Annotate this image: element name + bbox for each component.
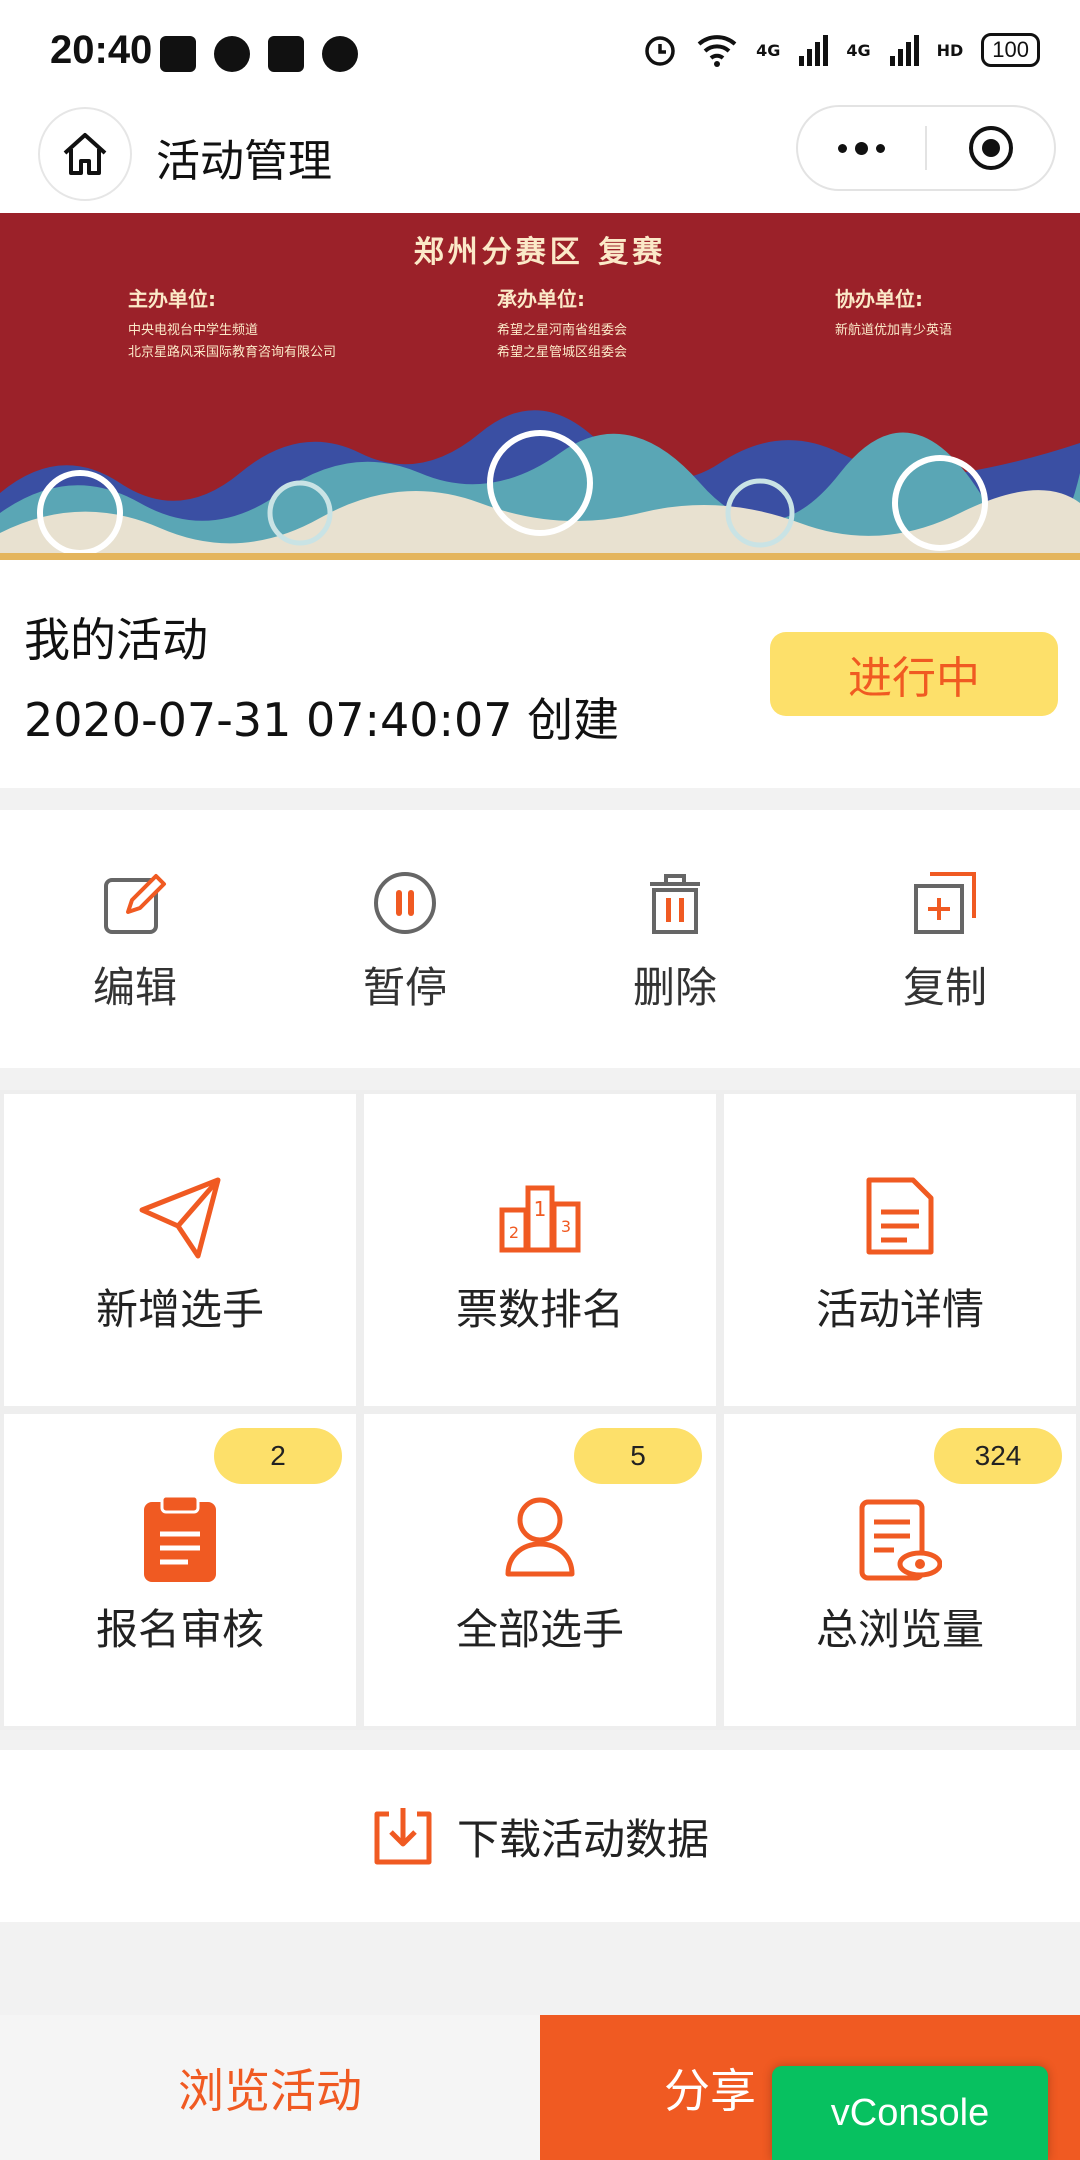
host-unit: 主办单位: 中央电视台中学生频道 北京星路风采国际教育咨询有限公司 [128, 283, 336, 364]
status-notification-icons [160, 36, 358, 72]
activity-detail-tile[interactable]: 活动详情 [724, 1094, 1076, 1406]
organizer-line: 希望之星河南省组委会 [497, 323, 628, 338]
user-icon [505, 1497, 575, 1577]
download-label: 下载活动数据 [456, 1814, 709, 1864]
host-line: 北京星路风采国际教育咨询有限公司 [128, 345, 337, 360]
bilibili-icon [268, 36, 304, 72]
status-time: 20:40 [50, 28, 153, 72]
all-players-label: 全部选手 [455, 1605, 624, 1654]
host-label: 主办单位: [128, 287, 216, 311]
activity-info: 我的活动 2020-07-31 07:40:07 创建 进行中 [0, 560, 1080, 788]
activity-name: 我的活动 [24, 613, 208, 667]
action-row: 编辑 暂停 删除 复制 [0, 810, 1080, 1068]
svg-text:1: 1 [534, 1197, 547, 1221]
activity-banner[interactable]: 郑州分赛区 复赛 主办单位: 中央电视台中学生频道 北京星路风采国际教育咨询有限… [0, 213, 1080, 560]
edit-icon [104, 874, 166, 934]
co-label: 协办单位: [835, 287, 923, 311]
delete-button[interactable]: 删除 [540, 810, 810, 1068]
wave-illustration [0, 410, 1080, 560]
app-notify-icon [214, 36, 250, 72]
views-count-badge: 324 [934, 1428, 1062, 1484]
network-type-1: 4G [756, 40, 781, 60]
add-player-tile[interactable]: 新增选手 [4, 1094, 356, 1406]
feature-grid: 新增选手 123 票数排名 活动详情 2 报名审核 5 全部选手 324 总浏览… [0, 1090, 1080, 1730]
signal-icon-2 [889, 35, 919, 66]
podium-icon: 12 3 [499, 1185, 581, 1253]
vconsole-button[interactable]: vConsole [772, 2066, 1048, 2160]
svg-text:3: 3 [561, 1217, 571, 1236]
status-bar: 20:40 4G 4G HD 100 [0, 0, 1080, 105]
page-title: 活动管理 [156, 136, 332, 187]
host-line: 中央电视台中学生频道 [128, 323, 259, 338]
close-miniprogram-button[interactable] [927, 107, 1054, 189]
co-line: 新航道优加青少英语 [835, 323, 953, 338]
download-icon [374, 1808, 432, 1865]
clipboard-icon [144, 1496, 216, 1582]
target-icon [968, 126, 1013, 170]
delete-icon [650, 874, 700, 934]
message-icon [322, 36, 358, 72]
signal-icon-1 [799, 35, 829, 66]
pending-count-badge: 2 [214, 1428, 342, 1484]
pause-label: 暂停 [362, 963, 447, 1012]
browse-activity-button[interactable]: 浏览活动 [0, 2015, 540, 2160]
total-views-tile[interactable]: 324 总浏览量 [724, 1414, 1076, 1726]
copy-button[interactable]: 复制 [810, 810, 1080, 1068]
paper-plane-icon [139, 1177, 221, 1259]
edit-label: 编辑 [92, 963, 177, 1012]
wifi-icon [697, 35, 737, 67]
activity-detail-label: 活动详情 [815, 1285, 984, 1334]
delete-label: 删除 [632, 963, 717, 1012]
alipay-icon [160, 36, 196, 72]
network-type-2: 4G [846, 40, 871, 60]
more-button[interactable] [798, 107, 925, 189]
pause-button[interactable]: 暂停 [270, 810, 540, 1068]
registration-review-label: 报名审核 [95, 1605, 264, 1654]
organizer-label: 承办单位: [497, 287, 585, 311]
status-badge: 进行中 [770, 632, 1058, 716]
co-unit: 协办单位: 新航道优加青少英语 [835, 283, 952, 342]
organizer-line: 希望之星管城区组委会 [497, 345, 628, 360]
all-players-tile[interactable]: 5 全部选手 [364, 1414, 716, 1726]
view-doc-icon [859, 1499, 942, 1581]
home-icon [63, 133, 107, 175]
add-player-label: 新增选手 [95, 1285, 264, 1334]
total-views-label: 总浏览量 [815, 1605, 984, 1654]
vote-ranking-label: 票数排名 [455, 1285, 624, 1334]
battery-icon: 100 [981, 33, 1040, 67]
registration-review-tile[interactable]: 2 报名审核 [4, 1414, 356, 1726]
vote-ranking-tile[interactable]: 12 3 票数排名 [364, 1094, 716, 1406]
alarm-icon [645, 36, 675, 66]
download-data-button[interactable]: 下载活动数据 [0, 1750, 1080, 1922]
svg-text:2: 2 [509, 1223, 519, 1242]
miniprogram-capsule [796, 105, 1056, 191]
pause-icon [374, 872, 436, 934]
more-icon [838, 141, 885, 155]
organizer-unit: 承办单位: 希望之星河南省组委会 希望之星管城区组委会 [497, 283, 627, 364]
player-count-badge: 5 [574, 1428, 702, 1484]
status-right: 4G 4G HD 100 [642, 32, 1040, 68]
document-icon [866, 1177, 934, 1255]
edit-button[interactable]: 编辑 [0, 810, 270, 1068]
nav-bar: 活动管理 [0, 105, 1080, 213]
copy-icon [914, 872, 976, 934]
copy-label: 复制 [902, 963, 987, 1012]
home-button[interactable] [38, 107, 132, 201]
banner-title: 郑州分赛区 复赛 [413, 235, 667, 270]
hd-indicator: HD [936, 40, 964, 60]
activity-created-time: 2020-07-31 07:40:07 创建 [24, 693, 620, 747]
